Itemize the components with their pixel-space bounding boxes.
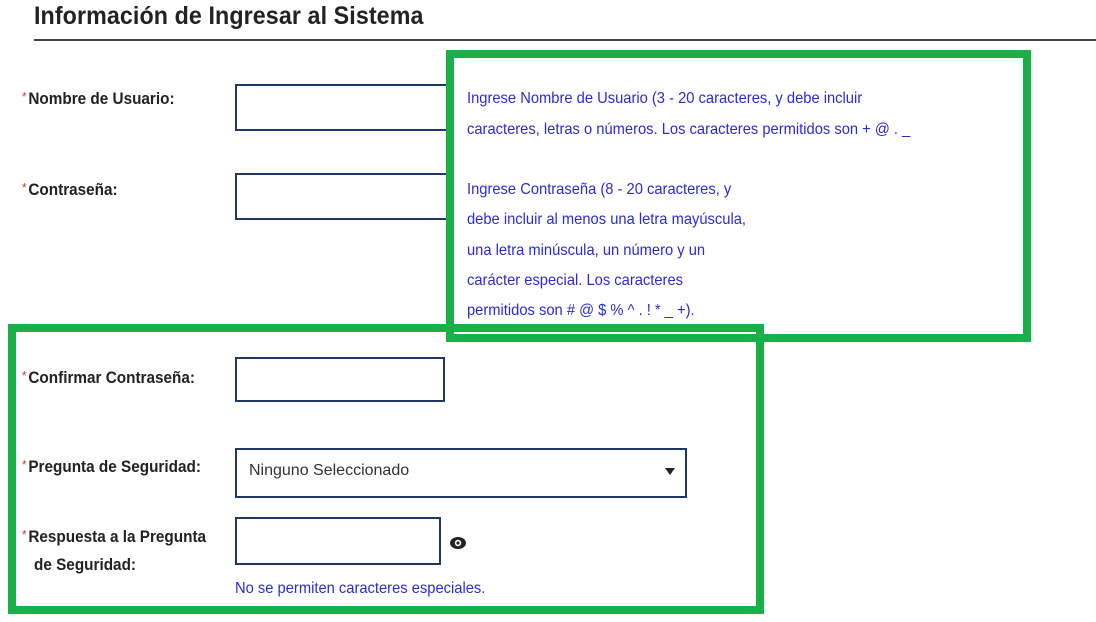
title-divider — [34, 39, 1096, 41]
highlight-box-security — [8, 324, 764, 614]
username-input[interactable] — [235, 84, 450, 131]
required-marker: * — [22, 180, 27, 195]
highlight-box-hints — [446, 50, 1031, 342]
page-title: Información de Ingresar al Sistema — [34, 2, 424, 30]
username-label: * Nombre de Usuario: — [22, 89, 175, 108]
password-input[interactable] — [235, 173, 450, 220]
password-label: * Contraseña: — [22, 180, 118, 199]
required-marker: * — [22, 89, 27, 104]
